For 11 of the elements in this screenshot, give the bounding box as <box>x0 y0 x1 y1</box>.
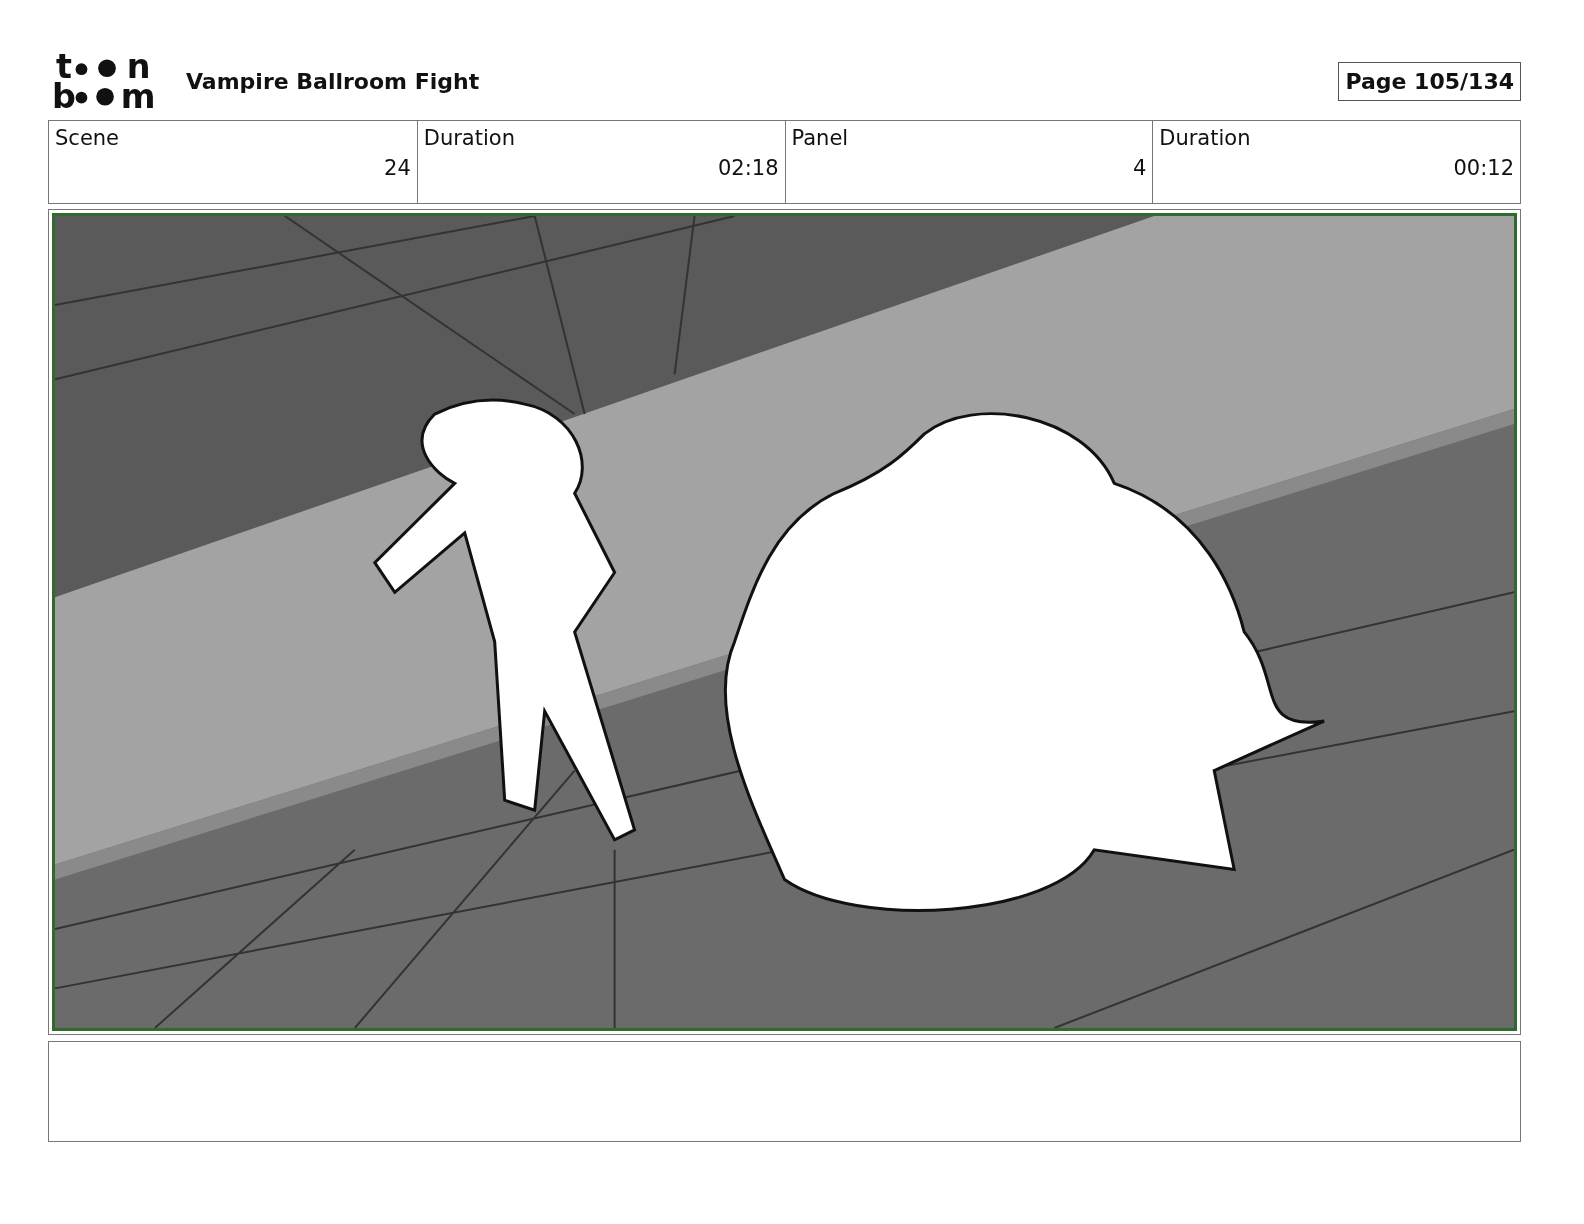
table-cell: 4 <box>1132 156 1147 180</box>
column-header: Scene <box>55 126 121 150</box>
table-cell: 24 <box>384 156 411 180</box>
column-header: Duration <box>1159 126 1252 150</box>
logo: t n b m <box>52 52 162 110</box>
column-header: Panel <box>791 126 850 150</box>
table-cell: 00:12 <box>1453 156 1514 180</box>
page-number: Page 105/134 <box>1338 61 1521 101</box>
table-cell: 02:18 <box>717 156 779 180</box>
column-header: Duration <box>423 126 516 150</box>
document-title: Vampire Ballroom Fight <box>186 68 481 94</box>
